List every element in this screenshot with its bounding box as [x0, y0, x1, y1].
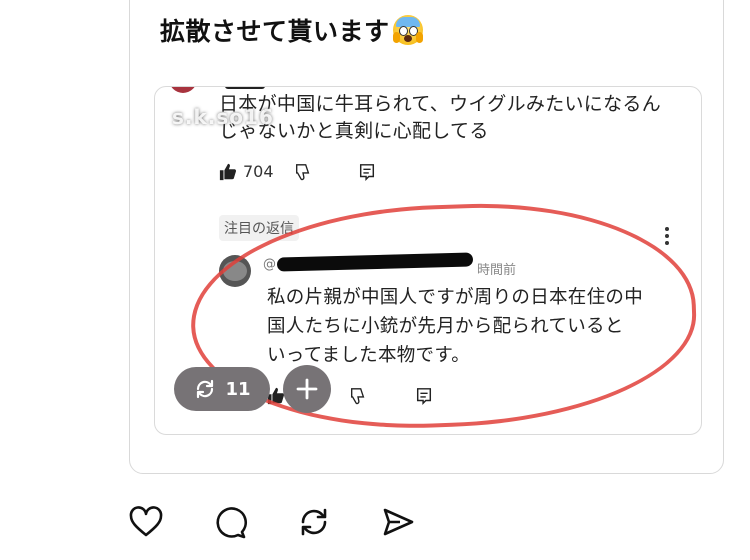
repost-icon[interactable]	[296, 504, 332, 540]
comment-actions: 704	[219, 162, 376, 181]
reply-comment-icon	[359, 163, 374, 181]
add-button[interactable]	[283, 365, 331, 413]
like-count: 704	[243, 162, 274, 181]
thumb-down-icon	[295, 163, 309, 180]
thumb-up-filled-icon	[219, 163, 237, 180]
avatar-fragment	[169, 87, 197, 93]
comment-line-1: 日本が中国に牛耳られて、ウイグルみたいになるん	[219, 93, 662, 115]
repost-count-button[interactable]: 11	[174, 367, 270, 411]
heart-icon[interactable]	[128, 504, 164, 540]
comment-icon[interactable]	[212, 504, 248, 540]
plus-icon	[296, 378, 318, 400]
repost-icon	[197, 379, 214, 399]
post-text-content: 拡散させて貰います	[160, 17, 390, 46]
share-icon[interactable]	[380, 504, 416, 540]
more-options-icon	[665, 227, 669, 248]
watermark: s.k.so16	[172, 105, 274, 129]
screaming-face-emoji-icon	[392, 15, 423, 45]
post-text: 拡散させて貰います	[160, 14, 423, 50]
repost-count: 11	[225, 378, 251, 400]
